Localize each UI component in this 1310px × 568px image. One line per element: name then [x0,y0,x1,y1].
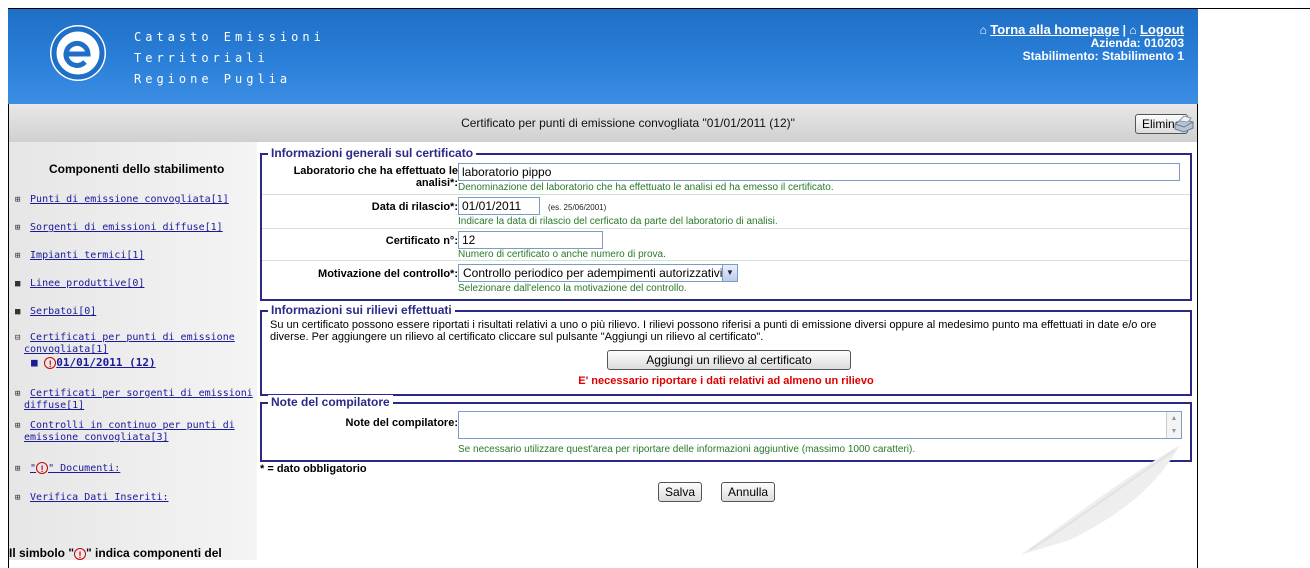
sidebar-heading: Componenti dello stabilimento [49,162,225,176]
stabilimento-text: Stabilimento: Stabilimento 1 [1022,49,1184,63]
sidebar-legend-note: Il simbolo "! " indica componenti del [9,546,222,560]
note-textarea[interactable]: ▲ ▼ [458,411,1182,439]
data-rilascio-input[interactable] [458,197,540,215]
sidebar-item-label[interactable]: Controlli in continuo per punti di emissi… [15,420,235,443]
chevron-down-icon[interactable]: ▼ [722,265,737,281]
row-motivazione: Motivazione del controllo*: Controllo pe… [262,261,1190,297]
field-label: Laboratorio che ha effettuato le analisi*… [293,165,458,189]
cancel-button[interactable]: Annulla [721,482,776,502]
page-title: Certificato per punti di emissione convo… [461,116,795,130]
expand-icon[interactable]: ⊞ [15,493,24,504]
app-title: Catasto Emissioni Territoriali Regione P… [134,27,325,90]
current-certificate-link[interactable]: 01/01/2011 (12) [56,356,155,369]
sidebar-item-label[interactable]: Verifica Dati Inseriti: [30,492,168,503]
field-label: Data di rilascio*: [371,201,458,213]
scrollbar[interactable]: ▲ ▼ [1166,412,1181,438]
fieldset-general-info: Informazioni generali sul certificato La… [260,146,1192,301]
rilievi-description: Su un certificato possono essere riporta… [270,319,1157,343]
field-label: Certificato n°: [385,235,458,247]
logout-icon: ⌂ [1129,23,1137,37]
app-title-line: Territoriali [134,51,269,65]
title-bar: Certificato per punti di emissione convo… [9,104,1197,142]
user-links: ⌂ Torna alla homepage | ⌂ Logout Azienda… [980,23,1184,63]
bullet-icon: ■ [15,279,21,289]
bullet-icon: ■ [31,356,38,369]
sidebar-item-verifica[interactable]: ⊞ Verifica Dati Inseriti: [15,492,169,504]
sidebar: Componenti dello stabilimento ⊞ Punti di… [9,142,257,560]
expand-icon[interactable]: ⊞ [15,251,24,262]
select-value: Controllo periodico per adempimenti auto… [463,266,723,280]
sidebar-item-certificati-diffuse[interactable]: ⊞ Certificati per sorgenti di emissioni d… [15,388,253,411]
expand-icon[interactable]: ⊞ [15,421,24,432]
alert-icon: ! [36,462,49,474]
sidebar-item-label[interactable]: "! " Documenti: [30,462,120,474]
sidebar-item-label[interactable]: Certificati per punti di emissione convog… [15,332,235,355]
collapse-icon[interactable]: ⊟ [15,333,24,344]
expand-icon[interactable]: ⊞ [15,389,24,400]
sidebar-item-sorgenti-diffuse[interactable]: ⊞ Sorgenti di emissioni diffuse[1] [15,222,223,234]
required-note: * = dato obbligatorio [260,463,367,475]
logout-link[interactable]: Logout [1140,22,1184,37]
sidebar-item-serbatoi[interactable]: ■ Serbatoi[0] [15,306,96,318]
home-link[interactable]: Torna alla homepage [990,22,1119,37]
expand-icon[interactable]: ⊞ [15,223,24,234]
error-message: E' necessario riportare i dati relativi … [578,375,874,387]
app-header: Catasto Emissioni Territoriali Regione P… [8,9,1198,104]
top-rule [1198,8,1310,9]
sidebar-item-label[interactable]: Punti di emissione convogliata[1] [30,194,229,205]
bullet-icon: ■ [15,307,21,317]
sidebar-item-impianti-termici[interactable]: ⊞ Impianti termici[1] [15,250,144,262]
alert-icon: ! [74,547,87,560]
laboratorio-input[interactable] [458,163,1180,181]
sidebar-item-linee-produttive[interactable]: ■ Linee produttive[0] [15,278,144,290]
sidebar-item-label[interactable]: Linee produttive[0] [30,278,144,289]
section-legend: Informazioni sui rilievi effettuati [268,303,455,317]
add-rilievo-button[interactable]: Aggiungi un rilievo al certificato [607,350,851,370]
row-certificato-numero: Certificato n°: Numero di certificato o … [262,229,1190,261]
row-laboratorio: Laboratorio che ha effettuato le analisi*… [262,161,1190,195]
app-title-line: Catasto Emissioni [134,30,325,44]
field-label: Note del compilatore: [345,417,458,429]
date-example: (es. 25/06/2001) [548,203,607,212]
section-legend: Note del compilatore [268,395,393,409]
field-hint: Indicare la data di rilascio del cerfica… [458,216,778,227]
field-hint: Selezionare dall'elenco la motivazione d… [458,283,687,294]
sidebar-item-punti-emissione[interactable]: ⊞ Punti di emissione convogliata[1] [15,194,229,206]
sidebar-item-label[interactable]: Impianti termici[1] [30,250,144,261]
home-icon: ⌂ [979,23,987,37]
section-legend: Informazioni generali sul certificato [268,146,477,160]
sidebar-item-label[interactable]: Serbatoi[0] [30,306,96,317]
expand-icon[interactable]: ⊞ [15,464,24,475]
sidebar-item-label[interactable]: Certificati per sorgenti di emissioni dif… [15,388,253,411]
printer-icon[interactable] [1172,112,1196,136]
row-data-rilascio: Data di rilascio*: (es. 25/06/2001) Indi… [262,195,1190,229]
field-label: Motivazione del controllo*: [318,268,458,280]
feather-watermark-icon [1020,445,1180,555]
sidebar-item-certificati-convogliata[interactable]: ⊟ Certificati per punti di emissione conv… [15,332,235,355]
sidebar-current-certificate[interactable]: ■ ! 01/01/2011 (12) [31,356,156,369]
save-button[interactable]: Salva [658,482,703,502]
alert-icon: ! [44,357,57,369]
app-title-line: Regione Puglia [134,72,292,86]
ce-logo-icon [50,25,106,81]
fieldset-rilievi: Informazioni sui rilievi effettuati Su u… [260,303,1192,396]
sidebar-item-label[interactable]: Sorgenti di emissioni diffuse[1] [30,222,223,233]
sidebar-item-documenti[interactable]: ⊞ "! " Documenti: [15,462,120,475]
motivazione-select[interactable]: Controllo periodico per adempimenti auto… [458,264,738,282]
sidebar-item-controlli-continuo[interactable]: ⊞ Controlli in continuo per punti di emis… [15,420,235,443]
field-hint: Numero di certificato o anche numero di … [458,249,666,260]
certificato-numero-input[interactable] [458,231,603,249]
expand-icon[interactable]: ⊞ [15,195,24,206]
field-hint: Se necessario utilizzare quest'area per … [458,444,916,455]
field-hint: Denominazione del laboratorio che ha eff… [458,182,834,193]
